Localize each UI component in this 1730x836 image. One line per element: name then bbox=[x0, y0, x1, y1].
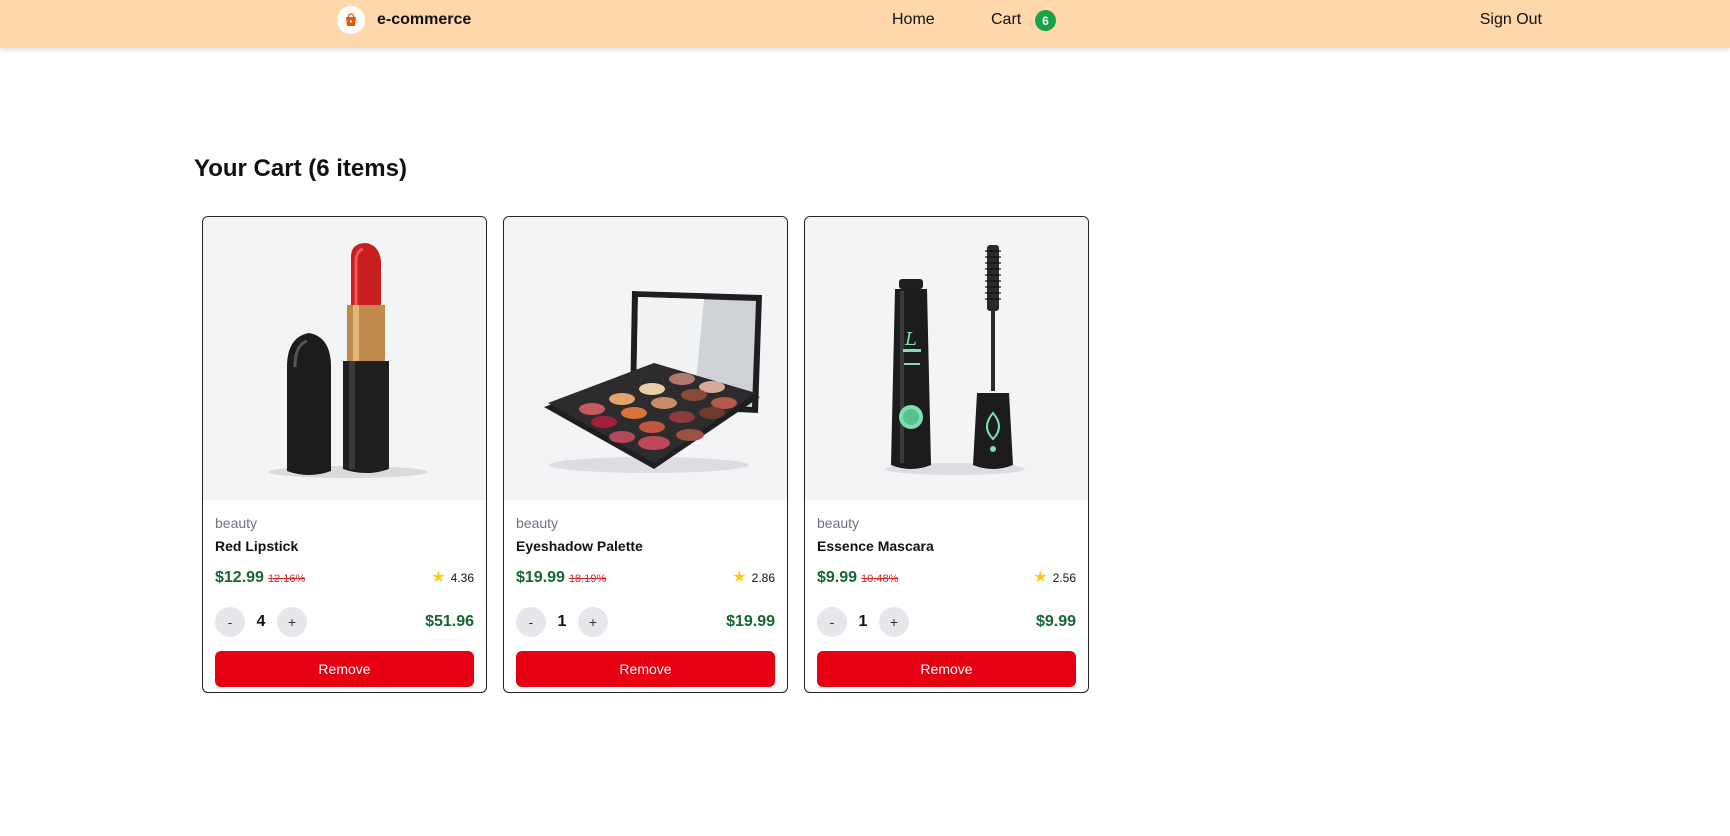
rating-value: 4.36 bbox=[450, 571, 474, 585]
decrease-quantity-button[interactable]: - bbox=[817, 607, 847, 637]
svg-text:L: L bbox=[904, 329, 917, 350]
rating-value: 2.86 bbox=[751, 571, 775, 585]
item-subtotal: $9.99 bbox=[1035, 613, 1076, 630]
product-price: $19.99 bbox=[516, 569, 565, 586]
star-icon: ★ bbox=[431, 569, 446, 586]
product-image bbox=[203, 217, 486, 500]
sign-out-link[interactable]: Sign Out bbox=[1480, 11, 1542, 29]
decrease-quantity-button[interactable]: - bbox=[215, 607, 245, 637]
rating-value: 2.56 bbox=[1052, 571, 1076, 585]
decrease-quantity-button[interactable]: - bbox=[516, 607, 546, 637]
cart-items: beauty Red Lipstick $12.99 12.16% ★ 4.36… bbox=[202, 216, 1089, 693]
product-category: beauty bbox=[215, 515, 258, 531]
increase-quantity-button[interactable]: + bbox=[277, 607, 307, 637]
product-name: Essence Mascara bbox=[817, 538, 934, 554]
product-discount: 18.19% bbox=[568, 573, 607, 585]
cart-count-badge: 6 bbox=[1035, 10, 1056, 31]
product-rating: ★ 2.86 bbox=[732, 570, 775, 586]
cart-item-card: beauty Eyeshadow Palette $19.99 18.19% ★… bbox=[503, 216, 788, 693]
brand[interactable]: e-commerce bbox=[337, 6, 471, 34]
cart-item-card: beauty Red Lipstick $12.99 12.16% ★ 4.36… bbox=[202, 216, 487, 693]
product-image bbox=[504, 217, 787, 500]
brand-name: e-commerce bbox=[377, 11, 472, 28]
quantity-value: 1 bbox=[557, 613, 567, 630]
product-discount: 12.16% bbox=[267, 573, 306, 585]
remove-button[interactable]: Remove bbox=[516, 651, 775, 687]
navbar: e-commerce Home Cart 6 Sign Out bbox=[0, 0, 1730, 48]
quantity-value: 1 bbox=[858, 613, 868, 630]
product-rating: ★ 2.56 bbox=[1033, 570, 1076, 586]
shopping-bag-icon bbox=[337, 6, 365, 34]
increase-quantity-button[interactable]: + bbox=[879, 607, 909, 637]
product-rating: ★ 4.36 bbox=[431, 570, 474, 586]
star-icon: ★ bbox=[1033, 569, 1048, 586]
quantity-value: 4 bbox=[256, 613, 266, 630]
product-discount: 10.48% bbox=[861, 573, 899, 585]
increase-quantity-button[interactable]: + bbox=[578, 607, 608, 637]
product-name: Red Lipstick bbox=[215, 538, 299, 554]
remove-button[interactable]: Remove bbox=[215, 651, 474, 687]
cart-item-card: L beauty Essence Mascara $9.99 10.48% ★ … bbox=[804, 216, 1089, 693]
product-category: beauty bbox=[516, 515, 559, 531]
product-name: Eyeshadow Palette bbox=[516, 538, 643, 554]
page-title: Your Cart (6 items) bbox=[194, 155, 407, 182]
item-subtotal: $51.96 bbox=[425, 613, 474, 630]
item-subtotal: $19.99 bbox=[726, 613, 775, 630]
nav-cart-link[interactable]: Cart bbox=[991, 11, 1021, 29]
product-price: $9.99 bbox=[817, 569, 858, 586]
product-category: beauty bbox=[817, 515, 860, 531]
product-price: $12.99 bbox=[215, 569, 264, 586]
product-image: L bbox=[805, 217, 1088, 500]
remove-button[interactable]: Remove bbox=[817, 651, 1076, 687]
star-icon: ★ bbox=[732, 569, 747, 586]
nav-home-link[interactable]: Home bbox=[892, 11, 935, 29]
